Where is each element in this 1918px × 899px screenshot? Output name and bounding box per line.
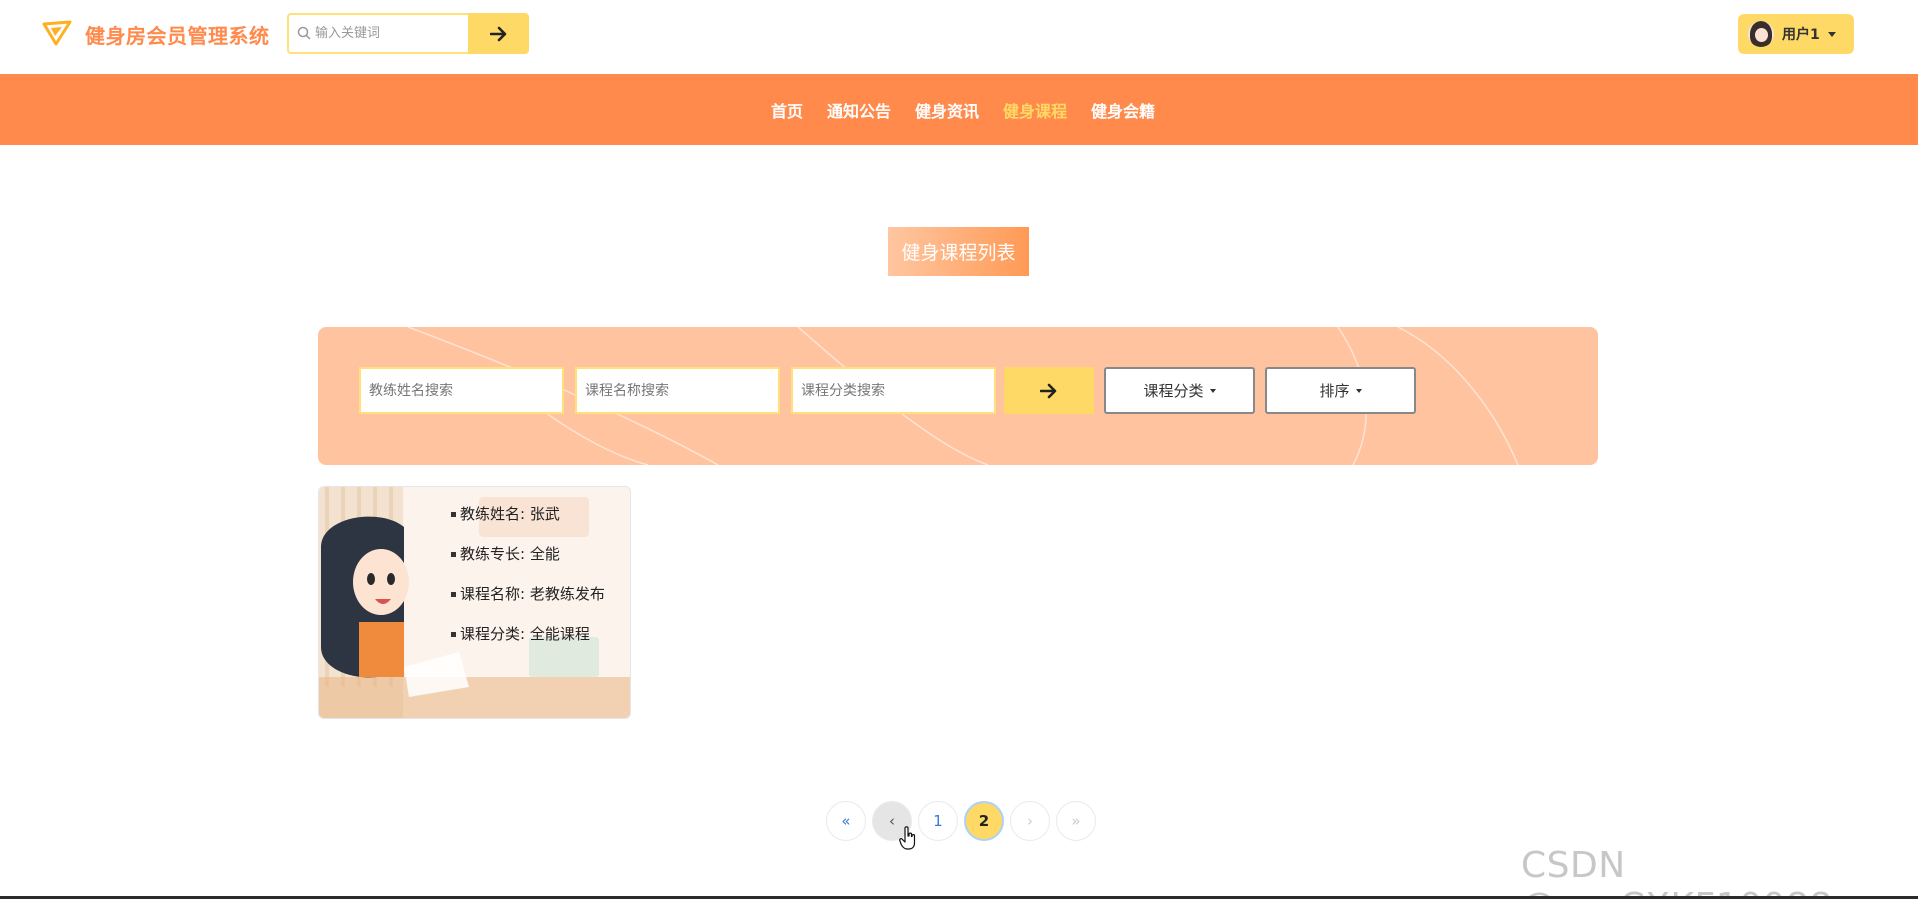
caret-down-icon [1827, 31, 1836, 37]
course-card[interactable]: 教练姓名: 张武 教练专长: 全能 课程名称: 老教练发布 课程分类: 全能课程 [318, 486, 631, 719]
pagination-last-button[interactable]: » [1056, 801, 1096, 841]
main-nav: 首页 通知公告 健身资讯 健身课程 健身会籍 [0, 74, 1918, 145]
course-card-info: 教练姓名: 张武 教练专长: 全能 课程名称: 老教练发布 课程分类: 全能课程 [451, 501, 605, 661]
nav-item-notices[interactable]: 通知公告 [827, 98, 891, 122]
header-search-button[interactable] [468, 13, 529, 54]
header-search-box [287, 13, 469, 54]
coach-name-row: 教练姓名: 张武 [451, 501, 605, 541]
coach-name-search-input[interactable] [359, 367, 564, 414]
brand-title: 健身房会员管理系统 [85, 24, 270, 48]
header-search-input[interactable] [315, 15, 465, 52]
nav-item-courses[interactable]: 健身课程 [1003, 98, 1067, 122]
avatar [1748, 21, 1774, 47]
pagination-page-2-current[interactable]: 2 [964, 801, 1004, 841]
nav-item-news[interactable]: 健身资讯 [915, 98, 979, 122]
page-title: 健身课程列表 [888, 227, 1029, 276]
pagination: « ‹ 1 2 › » [826, 801, 1096, 841]
nav-item-home[interactable]: 首页 [771, 98, 803, 122]
caret-down-icon [1209, 388, 1216, 393]
pagination-next-button[interactable]: › [1010, 801, 1050, 841]
nav-item-membership[interactable]: 健身会籍 [1091, 98, 1155, 122]
course-category-dropdown-label: 课程分类 [1143, 382, 1204, 400]
watermark: CSDN @vx_CXKF10088 [1521, 845, 1832, 899]
paper-plane-logo-icon [42, 20, 72, 46]
course-category-dropdown[interactable]: 课程分类 [1104, 367, 1255, 414]
coach-specialty-row: 教练专长: 全能 [451, 541, 605, 581]
caret-down-icon [1355, 388, 1362, 393]
header: 健身房会员管理系统 用户1 [0, 0, 1918, 74]
filter-panel: 课程分类 排序 [318, 327, 1598, 465]
course-name-row: 课程名称: 老教练发布 [451, 581, 605, 621]
sort-dropdown-label: 排序 [1319, 382, 1350, 400]
sort-dropdown[interactable]: 排序 [1265, 367, 1416, 414]
filter-search-button[interactable] [1004, 367, 1094, 414]
search-icon [297, 26, 311, 40]
pagination-first-button[interactable]: « [826, 801, 866, 841]
course-category-search-input[interactable] [791, 367, 996, 414]
pagination-page-1[interactable]: 1 [918, 801, 958, 841]
arrow-right-icon [489, 26, 506, 41]
user-menu-button[interactable]: 用户1 [1738, 14, 1854, 54]
course-category-row: 课程分类: 全能课程 [451, 621, 605, 661]
course-name-search-input[interactable] [575, 367, 780, 414]
arrow-right-icon [1040, 383, 1057, 398]
hand-cursor-icon [899, 826, 916, 850]
user-name: 用户1 [1782, 27, 1820, 43]
